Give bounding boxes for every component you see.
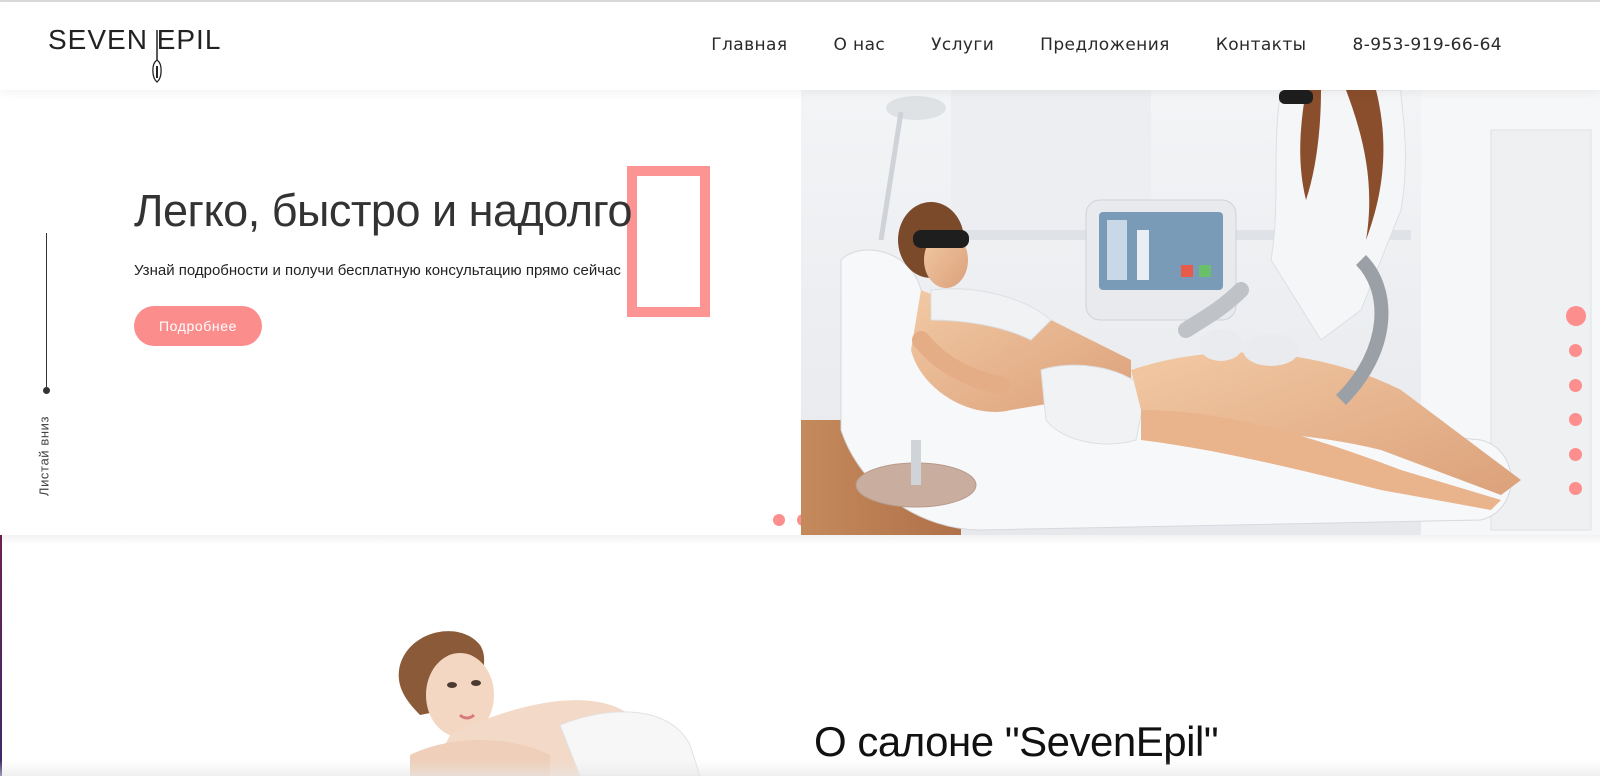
logo-wordmark: SEVEN EPIL: [48, 24, 222, 55]
more-button[interactable]: Подробнее: [134, 306, 262, 346]
main-nav: Главная О нас Услуги Предложения Контакт…: [711, 35, 1502, 55]
section-nav-dot-1-active[interactable]: [1566, 306, 1586, 326]
section-nav-dot-6[interactable]: [1569, 482, 1582, 495]
site-header: SEVEN EPIL Главная О нас Услуги Предложе…: [0, 2, 1600, 90]
scroll-down-label[interactable]: Листай вниз: [37, 416, 52, 496]
hero-subtitle: Узнай подробности и получи бесплатную ко…: [134, 262, 621, 279]
nav-link-about[interactable]: О нас: [833, 35, 885, 55]
scroll-indicator-line: [46, 233, 47, 391]
hero-title: Легко, быстро и надолго: [134, 185, 633, 236]
hero-photo-laser-procedure: [801, 90, 1600, 535]
hair-follicle-icon: [152, 30, 162, 83]
nav-link-services[interactable]: Услуги: [931, 35, 994, 55]
about-title: О салоне "SevenEpil": [814, 718, 1219, 765]
bottom-fade: [0, 760, 1600, 776]
section-nav-dot-2[interactable]: [1569, 344, 1582, 357]
hero-divider-shadow: [0, 535, 1600, 545]
nav-link-offers[interactable]: Предложения: [1040, 35, 1170, 55]
section-nav-dot-4[interactable]: [1569, 413, 1582, 426]
section-nav-dot-5[interactable]: [1569, 448, 1582, 461]
decorative-frame: [627, 166, 710, 317]
about-illustration: [390, 625, 720, 776]
hero-illustration: [801, 90, 1600, 535]
section-nav-dot-3[interactable]: [1569, 379, 1582, 392]
about-photo-woman: [390, 625, 720, 776]
phone-link[interactable]: 8-953-919-66-64: [1352, 35, 1502, 55]
nav-link-contacts[interactable]: Контакты: [1216, 35, 1307, 55]
scroll-indicator-dot: [43, 387, 50, 394]
nav-link-home[interactable]: Главная: [711, 35, 787, 55]
logo-link[interactable]: SEVEN EPIL: [48, 20, 223, 83]
slider-dot-1[interactable]: [773, 514, 785, 526]
